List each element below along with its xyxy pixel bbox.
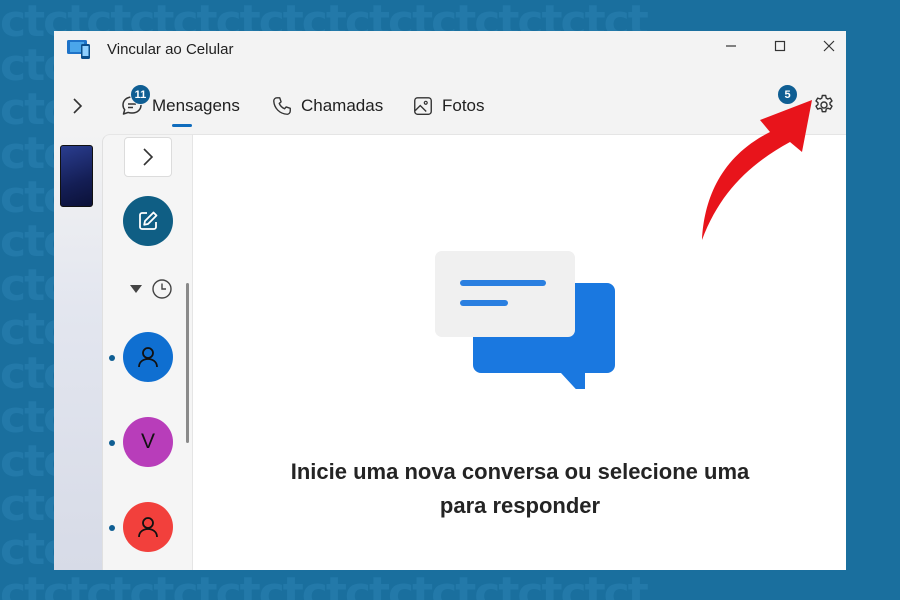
minimize-icon (726, 45, 736, 47)
contact-avatar-1[interactable] (123, 332, 173, 382)
new-message-button[interactable] (123, 196, 173, 246)
unread-indicator (109, 525, 115, 531)
contact-avatar-2[interactable]: V (123, 417, 173, 467)
tab-chamadas[interactable]: Chamadas (271, 91, 383, 121)
unread-indicator (109, 355, 115, 361)
person-icon (138, 347, 158, 368)
app-logo-icon (67, 40, 90, 59)
caret-down-icon (130, 285, 142, 293)
contact-avatar-3[interactable] (123, 502, 173, 552)
person-icon (138, 517, 158, 538)
annotation-arrow-icon (702, 100, 812, 240)
chevron-right-icon (73, 98, 83, 114)
tab-fotos[interactable]: Fotos (412, 91, 485, 121)
conversation-filter[interactable] (129, 278, 173, 300)
minimize-button[interactable] (708, 31, 754, 61)
messages-count-badge: 11 (130, 84, 151, 105)
close-icon (823, 40, 835, 52)
contact-initial: V (140, 430, 155, 453)
empty-state-message: Inicie uma nova conversa ou selecione um… (189, 455, 846, 523)
phone-icon (273, 97, 291, 115)
expand-nav-button[interactable] (64, 91, 90, 121)
empty-state-line-2: para responder (439, 493, 601, 518)
conversation-scrollbar[interactable] (186, 283, 189, 443)
maximize-icon (774, 40, 786, 52)
phone-thumbnail[interactable] (60, 145, 93, 207)
chevron-right-icon (143, 148, 154, 166)
chat-bubbles-illustration (435, 251, 615, 389)
expand-conversations-button[interactable] (124, 137, 172, 177)
window-title: Vincular ao Celular (107, 41, 234, 58)
tab-fotos-label: Fotos (442, 96, 485, 115)
device-panel (54, 134, 102, 570)
conversation-list: V (102, 134, 193, 570)
unread-indicator (109, 440, 115, 446)
maximize-button[interactable] (757, 31, 803, 61)
empty-state-line-1: Inicie uma nova conversa ou selecione um… (290, 459, 750, 484)
clock-icon (152, 279, 172, 299)
photos-icon (414, 97, 432, 115)
close-button[interactable] (806, 31, 846, 61)
title-bar[interactable]: Vincular ao Celular (54, 31, 846, 67)
selected-tab-indicator (172, 124, 192, 127)
tab-chamadas-label: Chamadas (301, 96, 384, 115)
tab-mensagens-label: Mensagens (152, 96, 240, 115)
compose-icon (139, 211, 158, 230)
